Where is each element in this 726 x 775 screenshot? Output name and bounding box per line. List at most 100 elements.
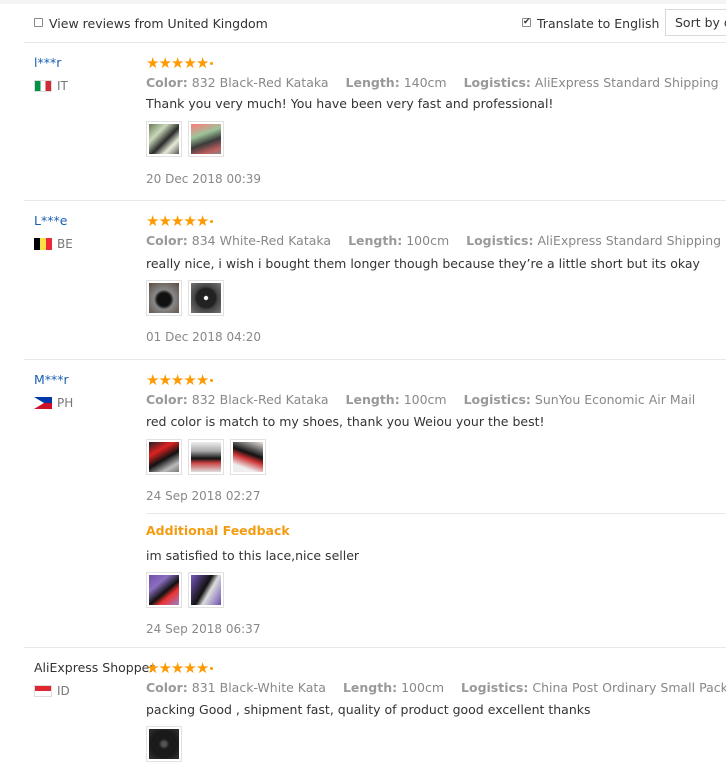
color-label: Color:: [146, 680, 188, 695]
logistics-value: AliExpress Standard Shipping: [537, 233, 722, 248]
star-icon: ★: [170, 659, 185, 677]
shoe-photo: [149, 124, 179, 154]
review-photo-thumbnail[interactable]: [146, 439, 182, 475]
length-value: 140cm: [403, 75, 447, 90]
additional-feedback-text: im satisfied to this lace,nice seller: [146, 548, 360, 563]
review-photo-thumbnail[interactable]: [188, 121, 224, 157]
logistics-value: SunYou Economic Air Mail: [534, 392, 696, 407]
review-date: 24 Sep 2018 02:27: [146, 489, 261, 503]
review-photo-thumbnail[interactable]: [146, 280, 182, 316]
review-content: ★★★★★ Color: 832 Black-Red Kataka Length…: [146, 43, 726, 200]
review-content: ★★★★★ Color: 832 Black-Red Kataka Length…: [146, 360, 726, 647]
review-photo-thumbnail[interactable]: [188, 572, 224, 608]
additional-feedback-title: Additional Feedback: [146, 523, 290, 538]
shoe-photo: [149, 729, 179, 759]
country-code: ID: [57, 684, 70, 698]
logistics-label: Logistics:: [463, 75, 531, 90]
length-value: 100cm: [403, 392, 447, 407]
review-photo-thumbnail[interactable]: [188, 280, 224, 316]
length-value: 100cm: [406, 233, 450, 248]
review-photo-thumbnail[interactable]: [188, 439, 224, 475]
star-icon: ★: [146, 371, 160, 389]
star-icon: ★: [146, 54, 160, 72]
star-dot: [210, 62, 214, 65]
country-code: BE: [57, 237, 73, 251]
review-item: M***r PH ★★★★★ Color: 832 Black-Red Kata…: [24, 360, 726, 648]
review-text: Thank you very much! You have been very …: [146, 96, 554, 111]
reviewer-name[interactable]: M***r: [34, 372, 69, 387]
translate-label[interactable]: Translate to English: [537, 16, 659, 31]
star-icon: ★: [170, 371, 185, 389]
reviews-page: View reviews from United Kingdom Transla…: [0, 0, 726, 775]
logistics-value: AliExpress Standard Shipping: [534, 75, 719, 90]
indonesia-flag-icon: [34, 685, 52, 697]
additional-feedback-divider: [146, 513, 726, 514]
logistics-value: China Post Ordinary Small Packet Plus: [532, 680, 726, 695]
review-item: AliExpress Shopper ID ★★★★★ Color: 831 B…: [24, 648, 726, 775]
star-rating: ★★★★★: [146, 211, 214, 230]
star-dot: [210, 220, 214, 223]
additional-feedback-date: 24 Sep 2018 06:37: [146, 622, 261, 636]
star-icon: ★: [183, 54, 197, 72]
review-date: 01 Dec 2018 04:20: [146, 330, 262, 344]
star-icon: ★: [158, 54, 172, 72]
additional-feedback-photos: [146, 572, 230, 610]
translate-checkbox[interactable]: [522, 16, 531, 28]
order-attributes: Color: 831 Black-White Kata Length: 100c…: [146, 680, 726, 695]
shoe-photo: [149, 575, 179, 605]
shoe-photo: [191, 575, 221, 605]
reviewer-name[interactable]: L***e: [34, 213, 67, 228]
color-value: 834 White-Red Kataka: [191, 233, 332, 248]
review-date: 20 Dec 2018 00:39: [146, 172, 262, 186]
star-rating: ★★★★★: [146, 370, 214, 389]
review-content: ★★★★★ Color: 831 Black-White Kata Length…: [146, 648, 726, 775]
reviewer-name: AliExpress Shopper: [34, 660, 155, 675]
length-label: Length:: [345, 75, 400, 90]
review-item: L***e BE ★★★★★ Color: 834 White-Red Kata…: [24, 201, 726, 360]
review-photos: [146, 726, 188, 764]
review-content: ★★★★★ Color: 834 White-Red Kataka Length…: [146, 201, 726, 359]
star-icon: ★: [158, 212, 172, 230]
order-attributes: Color: 832 Black-Red Kataka Length: 140c…: [146, 75, 726, 90]
shoe-photo: [191, 283, 221, 313]
review-photo-thumbnail[interactable]: [146, 726, 182, 762]
shoe-photo: [191, 124, 221, 154]
country-code: IT: [57, 79, 68, 93]
star-icon: ★: [195, 659, 210, 677]
sort-dropdown[interactable]: Sort by de: [665, 9, 726, 36]
color-label: Color:: [146, 75, 188, 90]
length-label: Length:: [342, 680, 398, 695]
top-shade: [0, 0, 726, 4]
review-item: l***r IT ★★★★★ Color: 832 Black-Red Kata…: [24, 43, 726, 201]
view-local-label[interactable]: View reviews from United Kingdom: [49, 16, 268, 31]
star-icon: ★: [158, 371, 172, 389]
review-photo-thumbnail[interactable]: [146, 572, 182, 608]
country-code: PH: [57, 396, 74, 410]
review-photo-thumbnail[interactable]: [146, 121, 182, 157]
star-icon: ★: [183, 212, 197, 230]
logistics-label: Logistics:: [463, 392, 531, 407]
review-photo-thumbnail[interactable]: [230, 439, 266, 475]
review-text: really nice, i wish i bought them longer…: [146, 256, 700, 271]
star-icon: ★: [183, 659, 197, 677]
length-label: Length:: [345, 392, 400, 407]
view-local-checkbox[interactable]: [34, 18, 43, 27]
star-icon: ★: [195, 54, 210, 72]
shoe-photo: [233, 442, 263, 472]
star-rating: ★★★★★: [146, 53, 214, 72]
order-attributes: Color: 832 Black-Red Kataka Length: 100c…: [146, 392, 708, 407]
logistics-label: Logistics:: [461, 680, 529, 695]
review-photos: [146, 121, 230, 159]
logistics-label: Logistics:: [466, 233, 534, 248]
color-label: Color:: [146, 233, 188, 248]
italy-flag-icon: [34, 80, 52, 92]
belgium-flag-icon: [34, 238, 52, 250]
star-dot: [210, 667, 214, 670]
review-filter-bar: View reviews from United Kingdom Transla…: [24, 8, 726, 43]
reviewer-name[interactable]: l***r: [34, 55, 61, 70]
shoe-photo: [149, 442, 179, 472]
color-value: 832 Black-Red Kataka: [191, 75, 329, 90]
star-icon: ★: [195, 371, 210, 389]
star-icon: ★: [183, 371, 197, 389]
length-label: Length:: [348, 233, 403, 248]
